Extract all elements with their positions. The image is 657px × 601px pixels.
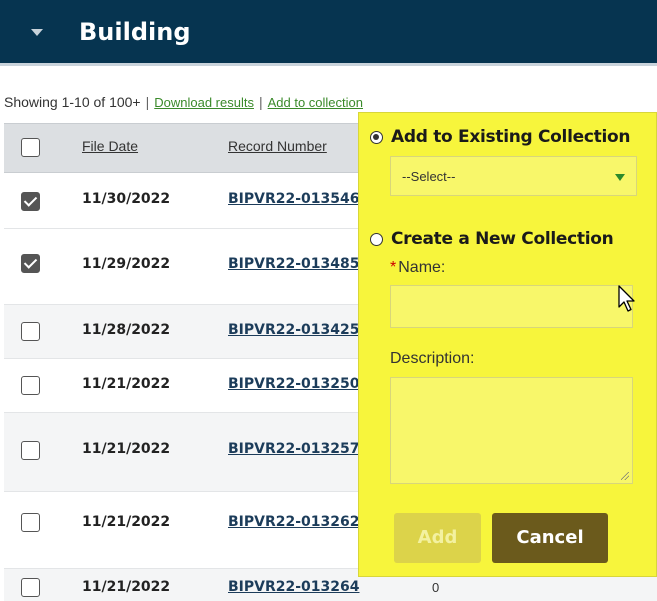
name-input[interactable]: [390, 285, 633, 328]
name-label: * Name:: [390, 259, 445, 277]
file-date-cell: 11/30/2022: [82, 191, 171, 207]
description-label: Description:: [390, 350, 475, 367]
record-number-link[interactable]: BIPVR22-013257: [228, 441, 360, 457]
add-to-collection-link[interactable]: Add to collection: [268, 95, 363, 110]
file-date-cell: 11/21/2022: [82, 514, 171, 530]
resize-handle[interactable]: [621, 472, 629, 480]
column-header-file-date[interactable]: File Date: [82, 138, 138, 154]
mouse-cursor-icon: [618, 285, 635, 312]
add-to-collection-popup: Add to Existing Collection --Select-- Cr…: [358, 112, 657, 577]
cancel-button[interactable]: Cancel: [492, 513, 608, 563]
row-checkbox[interactable]: [21, 376, 40, 395]
row-checkbox[interactable]: [21, 578, 40, 597]
download-results-link[interactable]: Download results: [154, 95, 254, 110]
section-header[interactable]: Building: [0, 0, 657, 66]
collection-select[interactable]: --Select--: [390, 156, 637, 196]
row-checkbox[interactable]: [21, 322, 40, 341]
row-checkbox[interactable]: [21, 441, 40, 460]
record-number-link[interactable]: BIPVR22-013485: [228, 256, 360, 272]
file-date-cell: 11/21/2022: [82, 441, 171, 457]
new-collection-radio[interactable]: [370, 233, 383, 246]
results-status-bar: Showing 1-10 of 100+ | Download results | Ad…: [4, 94, 363, 110]
row-checkbox[interactable]: [21, 513, 40, 532]
select-value: --Select--: [402, 169, 456, 184]
dropdown-arrow-icon: [615, 174, 625, 181]
record-number-link[interactable]: BIPVR22-013264: [228, 579, 360, 595]
file-date-cell: 11/29/2022: [82, 256, 171, 272]
separator: |: [258, 94, 263, 110]
column-header-record-number[interactable]: Record Number: [228, 138, 327, 154]
record-number-link[interactable]: BIPVR22-013262: [228, 514, 360, 530]
existing-collection-label[interactable]: Add to Existing Collection: [391, 127, 630, 147]
record-number-link[interactable]: BIPVR22-013546: [228, 191, 360, 207]
row-extra-value: 0: [432, 580, 440, 595]
add-button[interactable]: Add: [394, 513, 481, 563]
file-date-cell: 11/28/2022: [82, 322, 171, 338]
file-date-cell: 11/21/2022: [82, 376, 171, 392]
chevron-down-icon[interactable]: [31, 29, 43, 36]
record-number-link[interactable]: BIPVR22-013425: [228, 322, 360, 338]
row-checkbox[interactable]: [21, 192, 40, 211]
new-collection-label[interactable]: Create a New Collection: [391, 229, 614, 249]
separator: |: [145, 94, 150, 110]
name-label-text: Name:: [398, 259, 446, 276]
record-number-link[interactable]: BIPVR22-013250: [228, 376, 360, 392]
select-all-checkbox[interactable]: [21, 138, 40, 157]
row-checkbox[interactable]: [21, 254, 40, 273]
required-mark: *: [390, 259, 397, 276]
existing-collection-radio[interactable]: [370, 131, 383, 144]
file-date-cell: 11/21/2022: [82, 579, 171, 595]
section-title: Building: [79, 18, 191, 46]
results-count: Showing 1-10 of 100+: [4, 94, 141, 110]
description-textarea[interactable]: [390, 377, 633, 484]
